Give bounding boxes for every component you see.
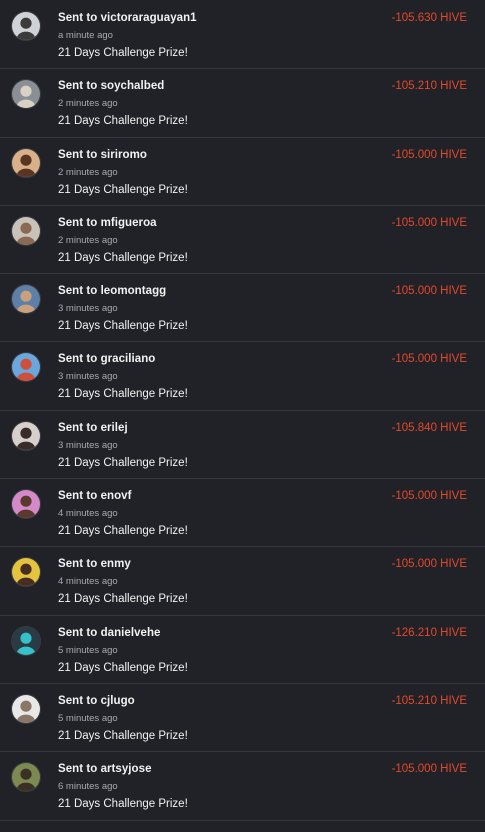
transaction-time: a minute ago bbox=[58, 30, 113, 41]
user-avatar[interactable] bbox=[11, 147, 41, 178]
transaction-row[interactable]: Sent to enmy 4 minutes ago 21 Days Chall… bbox=[0, 547, 485, 616]
transaction-amount: -105.840 HIVE bbox=[391, 421, 467, 434]
transaction-amount: -105.210 HIVE bbox=[391, 80, 467, 93]
user-avatar[interactable] bbox=[11, 420, 41, 451]
transaction-title[interactable]: Sent to enovf bbox=[58, 490, 132, 502]
transaction-title[interactable]: Sent to cjlugo bbox=[58, 695, 135, 707]
transaction-row[interactable]: Sent to victoraraguayan1 a minute ago 21… bbox=[0, 1, 485, 70]
transaction-amount: -105.000 HIVE bbox=[391, 490, 467, 503]
transaction-row[interactable]: Sent to danielvehe 5 minutes ago 21 Days… bbox=[0, 616, 485, 684]
user-avatar[interactable] bbox=[11, 762, 41, 793]
user-avatar[interactable] bbox=[11, 625, 41, 656]
transaction-row[interactable]: Sent to siriromo 2 minutes ago 21 Days C… bbox=[0, 138, 485, 206]
transaction-memo: 21 Days Challenge Prize! bbox=[58, 798, 188, 811]
transaction-title[interactable]: Sent to victoraraguayan1 bbox=[58, 12, 197, 24]
transaction-title[interactable]: Sent to erilej bbox=[58, 422, 128, 434]
transaction-amount: -105.000 HIVE bbox=[391, 216, 467, 229]
transaction-row[interactable]: Sent to leomontagg 3 minutes ago 21 Days… bbox=[0, 274, 485, 343]
transaction-time: 2 minutes ago bbox=[58, 234, 118, 246]
transaction-memo: 21 Days Challenge Prize! bbox=[58, 47, 188, 59]
user-avatar[interactable] bbox=[11, 79, 41, 110]
transaction-time: 3 minutes ago bbox=[58, 303, 118, 315]
transaction-memo: 21 Days Challenge Prize! bbox=[58, 320, 188, 333]
transaction-memo: 21 Days Challenge Prize! bbox=[58, 593, 188, 606]
transaction-title[interactable]: Sent to graciliano bbox=[58, 353, 155, 365]
transaction-title[interactable]: Sent to danielvehe bbox=[58, 627, 161, 639]
transaction-time: 6 minutes ago bbox=[58, 781, 118, 793]
transaction-list: Sent to victoraraguayan1 a minute ago 21… bbox=[0, 0, 485, 832]
transaction-time: 2 minutes ago bbox=[58, 166, 118, 178]
transaction-row[interactable]: Sent to graciliano 3 minutes ago 21 Days… bbox=[0, 342, 485, 411]
transaction-time: 5 minutes ago bbox=[58, 712, 118, 724]
transaction-time: 3 minutes ago bbox=[58, 371, 118, 383]
transaction-amount: -105.000 HIVE bbox=[391, 353, 467, 366]
transaction-title[interactable]: Sent to artsyjose bbox=[58, 763, 152, 775]
transaction-row[interactable]: Sent to cjlugo 5 minutes ago 21 Days Cha… bbox=[0, 684, 485, 753]
transaction-amount: -105.630 HIVE bbox=[391, 12, 467, 24]
user-avatar[interactable] bbox=[11, 11, 41, 41]
user-avatar[interactable] bbox=[11, 284, 41, 315]
transaction-amount: -105.000 HIVE bbox=[391, 763, 467, 776]
transaction-title[interactable]: Sent to enmy bbox=[58, 558, 131, 570]
transaction-title[interactable]: Sent to siriromo bbox=[58, 149, 147, 161]
transaction-memo: 21 Days Challenge Prize! bbox=[58, 183, 188, 196]
transaction-title[interactable]: Sent to leomontagg bbox=[58, 285, 166, 297]
transaction-memo: 21 Days Challenge Prize! bbox=[58, 115, 188, 128]
transaction-time: 2 minutes ago bbox=[58, 98, 118, 110]
transaction-memo: 21 Days Challenge Prize! bbox=[58, 456, 188, 469]
transaction-memo: 21 Days Challenge Prize! bbox=[58, 525, 188, 538]
transaction-row[interactable]: Sent to soychalbed 2 minutes ago 21 Days… bbox=[0, 69, 485, 138]
transaction-title[interactable]: Sent to mfigueroa bbox=[58, 217, 157, 229]
user-avatar[interactable] bbox=[11, 693, 41, 724]
transaction-row[interactable]: Sent to erilej 3 minutes ago 21 Days Cha… bbox=[0, 411, 485, 480]
transaction-row[interactable]: Sent to enovf 4 minutes ago 21 Days Chal… bbox=[0, 479, 485, 548]
user-avatar[interactable] bbox=[11, 352, 41, 383]
user-avatar[interactable] bbox=[11, 215, 41, 246]
transaction-amount: -105.000 HIVE bbox=[391, 148, 467, 161]
user-avatar[interactable] bbox=[11, 489, 41, 520]
transaction-amount: -105.000 HIVE bbox=[391, 285, 467, 298]
transaction-time: 5 minutes ago bbox=[58, 644, 118, 656]
transaction-time: 4 minutes ago bbox=[58, 576, 118, 588]
transaction-title[interactable]: Sent to soychalbed bbox=[58, 80, 164, 92]
transaction-memo: 21 Days Challenge Prize! bbox=[58, 251, 188, 264]
transaction-time: 3 minutes ago bbox=[58, 439, 118, 451]
transaction-amount: -126.210 HIVE bbox=[391, 626, 467, 639]
transaction-amount: -105.000 HIVE bbox=[391, 558, 467, 571]
user-avatar[interactable] bbox=[11, 557, 41, 588]
transaction-row[interactable]: Sent to mfigueroa 2 minutes ago 21 Days … bbox=[0, 206, 485, 275]
transaction-amount: -105.210 HIVE bbox=[391, 694, 467, 707]
transaction-memo: 21 Days Challenge Prize! bbox=[58, 388, 188, 401]
transaction-memo: 21 Days Challenge Prize! bbox=[58, 661, 188, 674]
transaction-time: 4 minutes ago bbox=[58, 508, 118, 520]
transaction-row[interactable]: Sent to artsyjose 6 minutes ago 21 Days … bbox=[0, 752, 485, 821]
transaction-memo: 21 Days Challenge Prize! bbox=[58, 729, 188, 742]
